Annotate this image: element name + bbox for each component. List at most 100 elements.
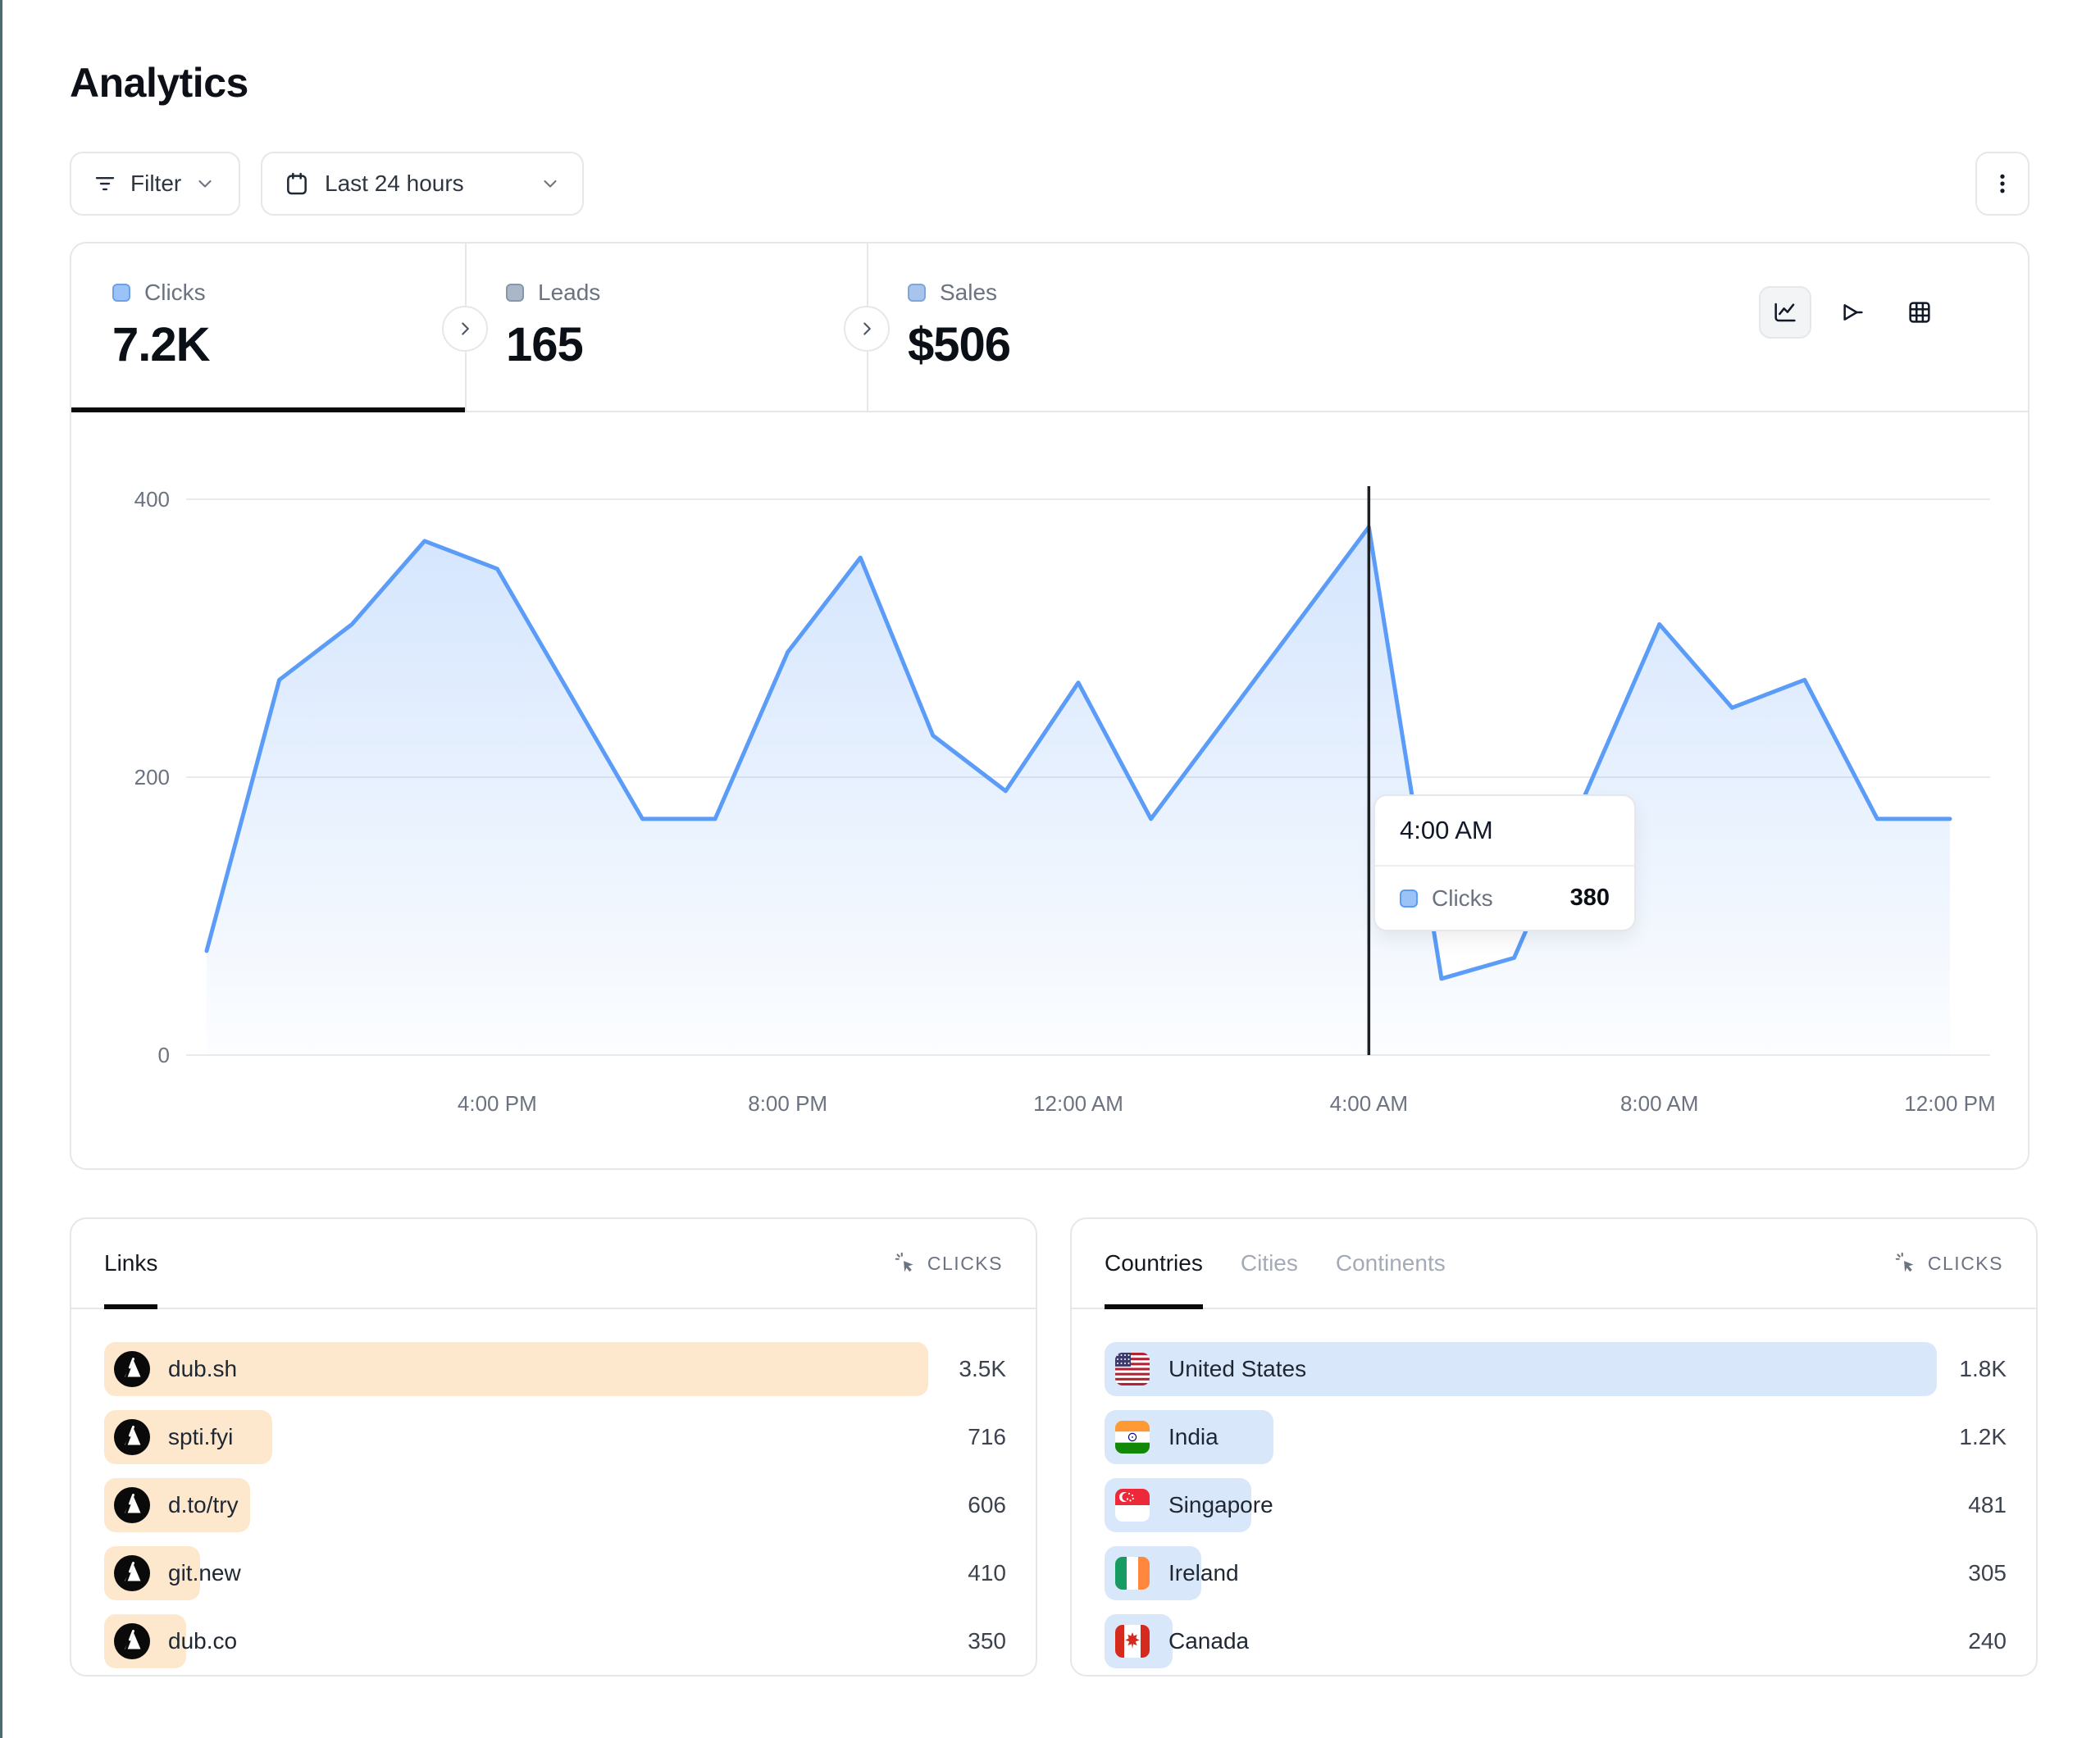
links-card: Links CLICKS dub.sh 3.5K spti.fyi 716 d.…: [70, 1217, 1037, 1677]
x-axis-tick: 4:00 AM: [1330, 1091, 1408, 1116]
flag-in-icon: [1114, 1419, 1150, 1455]
cursor-rays-icon: [895, 1252, 918, 1275]
links-list: dub.sh 3.5K spti.fyi 716 d.to/try 606 gi…: [104, 1342, 1006, 1668]
country-name: India: [1168, 1424, 1219, 1450]
link-row[interactable]: dub.co 350: [104, 1614, 1006, 1668]
chart-canvas[interactable]: 0 200 400 4:00 PM 8:00 PM 12:00 AM 4:00 AM 8:00…: [71, 416, 2029, 1170]
calendar-icon: [284, 171, 310, 197]
link-domain: git.new: [168, 1560, 241, 1586]
country-row[interactable]: Singapore 481: [1105, 1478, 2007, 1532]
dub-favicon-icon: [114, 1555, 150, 1591]
link-row[interactable]: spti.fyi 716: [104, 1410, 1006, 1464]
tab-sales[interactable]: Sales $506: [867, 243, 1269, 412]
clicks-count: 716: [968, 1424, 1006, 1450]
y-axis-tick: 400: [134, 487, 170, 512]
line-chart-icon: [1772, 299, 1798, 325]
metric-tabs: Clicks 7.2K Leads 165 Sales $506: [71, 243, 2028, 412]
chevron-right-icon: [856, 318, 877, 339]
link-domain: dub.sh: [168, 1356, 237, 1382]
expand-leads-button[interactable]: [442, 306, 488, 352]
tab-sales-label: Sales: [940, 280, 997, 306]
chevron-down-icon: [194, 173, 216, 194]
table-view-button[interactable]: [1893, 286, 1946, 339]
active-tab-underline: [71, 407, 465, 412]
link-row[interactable]: git.new 410: [104, 1546, 1006, 1600]
x-axis-tick: 12:00 PM: [1904, 1091, 1995, 1116]
clicks-count: 410: [968, 1560, 1006, 1586]
clicks-swatch-icon: [112, 284, 130, 302]
clicks-count: 1.8K: [1959, 1356, 2007, 1382]
country-row[interactable]: Ireland 305: [1105, 1546, 2007, 1600]
y-axis-tick: 0: [158, 1043, 170, 1067]
countries-list: United States 1.8K India 1.2K Singapore …: [1105, 1342, 2007, 1668]
tab-clicks-value: 7.2K: [112, 317, 465, 372]
cursor-rays-icon: [1895, 1252, 1918, 1275]
country-name: Ireland: [1168, 1560, 1239, 1586]
x-axis-tick: 8:00 AM: [1620, 1091, 1698, 1116]
dub-favicon-icon: [114, 1351, 150, 1387]
dub-favicon-icon: [114, 1419, 150, 1455]
clicks-area-chart[interactable]: 0 200 400 4:00 PM 8:00 PM 12:00 AM 4:00 AM 8:00…: [71, 416, 2029, 1170]
more-menu-button[interactable]: [1975, 152, 2029, 216]
country-row[interactable]: India 1.2K: [1105, 1410, 2007, 1464]
sales-swatch-icon: [908, 284, 926, 302]
analytics-page: Analytics Filter Last 24 hours Clicks 7.…: [0, 0, 2100, 1738]
chevron-down-icon: [540, 173, 561, 194]
tooltip-value: 380: [1570, 885, 1610, 912]
leads-swatch-icon: [506, 284, 524, 302]
clicks-count: 240: [1968, 1628, 2007, 1654]
tab-clicks-label: Clicks: [144, 280, 206, 306]
date-range-label: Last 24 hours: [325, 171, 464, 197]
tab-cities[interactable]: Cities: [1241, 1219, 1298, 1308]
links-metric-header: CLICKS: [927, 1253, 1003, 1275]
countries-card: Countries Cities Continents CLICKS Unite…: [1070, 1217, 2038, 1677]
chart-view-switcher: [1759, 286, 1946, 339]
filter-icon: [93, 171, 117, 196]
filter-button[interactable]: Filter: [70, 152, 240, 216]
date-range-button[interactable]: Last 24 hours: [261, 152, 584, 216]
x-axis-tick: 4:00 PM: [458, 1091, 537, 1116]
clicks-count: 1.2K: [1959, 1424, 2007, 1450]
link-row[interactable]: d.to/try 606: [104, 1478, 1006, 1532]
chart-tooltip: 4:00 AM Clicks 380: [1373, 794, 1636, 931]
kebab-menu-icon: [1990, 171, 2015, 196]
tab-clicks[interactable]: Clicks 7.2K: [71, 243, 465, 412]
line-chart-view-button[interactable]: [1759, 286, 1811, 339]
clicks-count: 350: [968, 1628, 1006, 1654]
clicks-count: 481: [1968, 1492, 2007, 1518]
link-row[interactable]: dub.sh 3.5K: [104, 1342, 1006, 1396]
clicks-count: 3.5K: [959, 1356, 1006, 1382]
tab-leads[interactable]: Leads 165: [465, 243, 867, 412]
table-grid-icon: [1906, 299, 1933, 325]
clicks-count: 305: [1968, 1560, 2007, 1586]
x-axis-tick: 8:00 PM: [748, 1091, 827, 1116]
tooltip-series-label: Clicks: [1432, 885, 1556, 912]
country-row[interactable]: Canada 240: [1105, 1614, 2007, 1668]
chevron-right-icon: [454, 318, 476, 339]
tab-links[interactable]: Links: [104, 1219, 157, 1308]
tab-continents[interactable]: Continents: [1336, 1219, 1446, 1308]
page-title: Analytics: [70, 59, 248, 107]
tooltip-swatch-icon: [1400, 889, 1418, 908]
dub-favicon-icon: [114, 1623, 150, 1659]
country-name: United States: [1168, 1356, 1306, 1382]
flag-sg-icon: [1114, 1487, 1150, 1523]
country-name: Singapore: [1168, 1492, 1273, 1518]
tab-leads-label: Leads: [538, 280, 600, 306]
x-axis-tick: 12:00 AM: [1033, 1091, 1123, 1116]
left-edge-accent: [0, 0, 2, 1738]
funnel-view-button[interactable]: [1826, 286, 1879, 339]
flag-ie-icon: [1114, 1555, 1150, 1591]
flag-us-icon: [1114, 1351, 1150, 1387]
tab-countries[interactable]: Countries: [1105, 1219, 1203, 1308]
y-axis-tick: 200: [134, 765, 170, 789]
analytics-chart-card: Clicks 7.2K Leads 165 Sales $506: [70, 242, 2029, 1170]
tab-sales-value: $506: [908, 317, 1269, 372]
flag-ca-icon: [1114, 1623, 1150, 1659]
country-row[interactable]: United States 1.8K: [1105, 1342, 2007, 1396]
expand-sales-button[interactable]: [844, 306, 890, 352]
countries-metric-header: CLICKS: [1928, 1253, 2003, 1275]
tab-leads-value: 165: [506, 317, 867, 372]
tooltip-time: 4:00 AM: [1375, 796, 1634, 867]
link-domain: dub.co: [168, 1628, 237, 1654]
